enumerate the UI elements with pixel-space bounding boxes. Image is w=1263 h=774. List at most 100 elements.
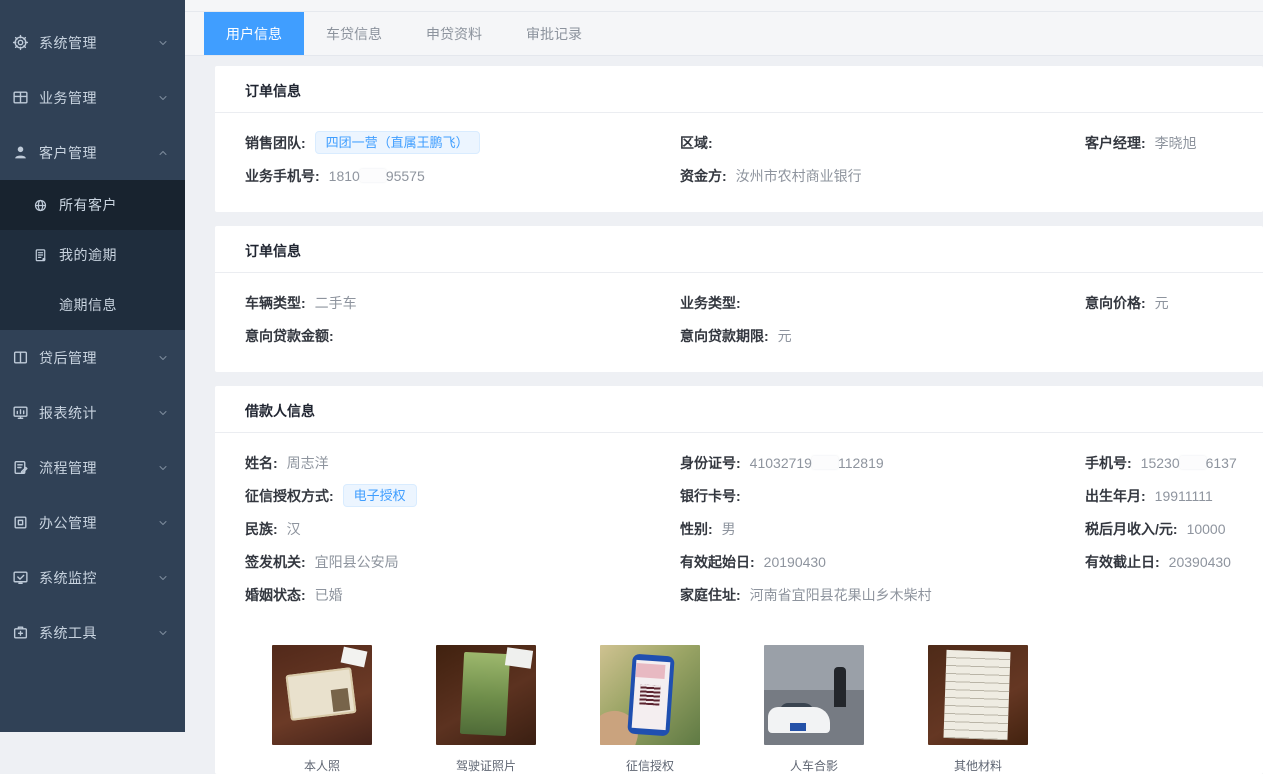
- field-region: 区域:: [680, 126, 1085, 159]
- field-loan-amount: 意向贷款金额:: [245, 319, 680, 352]
- field-label: 婚姻状态:: [245, 585, 306, 605]
- photo-handwritten-document-thumbnail[interactable]: [928, 645, 1028, 745]
- field-label: 姓名:: [245, 453, 278, 473]
- field-label: 车辆类型:: [245, 293, 306, 313]
- chevron-down-icon: [157, 37, 169, 49]
- clipboard-edit-icon: [12, 459, 29, 476]
- phone-prefix: 1810: [329, 168, 360, 184]
- chevron-down-icon: [157, 92, 169, 104]
- photo-item: 征信授权: [600, 645, 700, 774]
- order-info-card-1: 订单信息 销售团队: 四团一营（直属王鹏飞） 区域: 客户经理: 李晓旭 业务手…: [215, 66, 1263, 212]
- tab-car-loan-info[interactable]: 车贷信息: [304, 12, 404, 55]
- photo-caption: 本人照: [272, 757, 372, 774]
- sidebar-item-my-overdue[interactable]: 我的逾期: [0, 230, 185, 280]
- field-sales-team: 销售团队: 四团一营（直属王鹏飞）: [245, 126, 680, 159]
- sidebar-item-label: 办公管理: [39, 513, 157, 533]
- chevron-down-icon: [157, 407, 169, 419]
- field-name: 姓名: 周志洋: [245, 446, 680, 479]
- field-label: 手机号:: [1085, 453, 1132, 473]
- sidebar: 系统管理 业务管理 客户管理 所有客户: [0, 0, 185, 732]
- field-bank-card: 银行卡号:: [680, 479, 1085, 512]
- field-label: 税后月收入/元:: [1085, 519, 1178, 539]
- borrower-info-card: 借款人信息 姓名: 周志洋 身份证号: 41032719112819 手机号: …: [215, 386, 1263, 774]
- field-vehicle-type: 车辆类型: 二手车: [245, 286, 680, 319]
- sidebar-item-system-monitoring[interactable]: 系统监控: [0, 550, 185, 605]
- monitor-chart-icon: [12, 404, 29, 421]
- field-home-address: 家庭住址: 河南省宜阳县花果山乡木柴村: [680, 578, 1085, 611]
- sidebar-item-report-statistics[interactable]: 报表统计: [0, 385, 185, 440]
- order-info-card-2: 订单信息 车辆类型: 二手车 业务类型: 意向价格: 元 意向贷款金额: 意向贷…: [215, 226, 1263, 372]
- field-label: 资金方:: [680, 166, 727, 186]
- field-grid: 车辆类型: 二手车 业务类型: 意向价格: 元 意向贷款金额: 意向贷款期限: …: [215, 273, 1263, 372]
- sidebar-item-office-management[interactable]: 办公管理: [0, 495, 185, 550]
- credit-auth-tag[interactable]: 电子授权: [343, 484, 417, 508]
- chevron-down-icon: [157, 572, 169, 584]
- field-value: 男: [722, 519, 736, 539]
- photo-phone-qr-thumbnail[interactable]: [600, 645, 700, 745]
- field-customer-manager: 客户经理: 李晓旭: [1085, 126, 1247, 159]
- sidebar-item-process-management[interactable]: 流程管理: [0, 440, 185, 495]
- toolbox-icon: [12, 624, 29, 641]
- sidebar-item-label: 所有客户: [59, 195, 185, 215]
- field-intent-price: 意向价格: 元: [1085, 286, 1247, 319]
- phone-suffix: 95575: [386, 168, 425, 184]
- id-suffix: 112819: [838, 455, 884, 471]
- tab-user-info[interactable]: 用户信息: [204, 12, 304, 55]
- field-value: 河南省宜阳县花果山乡木柴村: [750, 585, 932, 605]
- sidebar-item-label: 逾期信息: [59, 295, 185, 315]
- sales-team-tag[interactable]: 四团一营（直属王鹏飞）: [315, 131, 480, 155]
- field-value: 15230 6137: [1141, 455, 1237, 471]
- top-strip: [185, 0, 1263, 12]
- chevron-down-icon: [157, 462, 169, 474]
- sidebar-item-customer-management[interactable]: 客户管理: [0, 125, 185, 180]
- photo-id-card-thumbnail[interactable]: [272, 645, 372, 745]
- chevron-down-icon: [157, 517, 169, 529]
- field-label: 有效起始日:: [680, 552, 755, 572]
- sidebar-item-business-management[interactable]: 业务管理: [0, 70, 185, 125]
- photo-license-booklet-thumbnail[interactable]: [436, 645, 536, 745]
- sidebar-item-all-customers[interactable]: 所有客户: [0, 180, 185, 230]
- chevron-down-icon: [157, 352, 169, 364]
- field-business-phone: 业务手机号: 181095575: [245, 159, 680, 192]
- main-content: 用户信息 车贷信息 申贷资料 审批记录 订单信息 销售团队: 四团一营（直属王鹏…: [185, 0, 1263, 732]
- field-value: 元: [778, 326, 792, 346]
- document-icon: [33, 248, 48, 263]
- sidebar-item-label: 贷后管理: [39, 348, 157, 368]
- sidebar-item-overdue-info[interactable]: 逾期信息: [0, 280, 185, 330]
- tab-bar: 用户信息 车贷信息 申贷资料 审批记录: [185, 12, 1263, 56]
- sidebar-item-system-management[interactable]: 系统管理: [0, 15, 185, 70]
- redacted-digits: [360, 169, 386, 182]
- field-value: 李晓旭: [1155, 133, 1197, 153]
- field-empty: [1085, 159, 1247, 192]
- field-label: 意向价格:: [1085, 293, 1146, 313]
- gear-icon: [12, 34, 29, 51]
- monitor-check-icon: [12, 569, 29, 586]
- field-value: 1810 95575: [329, 168, 425, 184]
- photo-caption: 驾驶证照片: [436, 757, 536, 774]
- phone-suffix: 6137: [1206, 455, 1237, 471]
- field-monthly-income: 税后月收入/元: 10000: [1085, 512, 1247, 545]
- sidebar-item-label: 系统管理: [39, 33, 157, 53]
- card-title: 订单信息: [215, 226, 1263, 273]
- sidebar-item-system-tools[interactable]: 系统工具: [0, 605, 185, 660]
- phone-prefix: 15230: [1141, 455, 1180, 471]
- field-grid: 销售团队: 四团一营（直属王鹏飞） 区域: 客户经理: 李晓旭 业务手机号: 1…: [215, 113, 1263, 212]
- field-valid-from: 有效起始日: 20190430: [680, 545, 1085, 578]
- sidebar-item-label: 系统工具: [39, 623, 157, 643]
- sidebar-item-label: 报表统计: [39, 403, 157, 423]
- field-value: 20390430: [1169, 554, 1231, 570]
- photo-person-with-car-thumbnail[interactable]: [764, 645, 864, 745]
- field-value: 元: [1155, 293, 1169, 313]
- tab-approval-records[interactable]: 审批记录: [504, 12, 604, 55]
- field-value: 41032719112819: [750, 455, 884, 471]
- field-value: 19911111: [1155, 488, 1213, 504]
- field-funder: 资金方: 汝州市农村商业银行: [680, 159, 1085, 192]
- square-icon: [12, 514, 29, 531]
- user-icon: [12, 144, 29, 161]
- tab-loan-application-docs[interactable]: 申贷资料: [404, 12, 504, 55]
- photo-item: 其他材料: [928, 645, 1028, 774]
- field-value: 汝州市农村商业银行: [736, 166, 862, 186]
- field-label: 身份证号:: [680, 453, 741, 473]
- sidebar-item-post-loan-management[interactable]: 贷后管理: [0, 330, 185, 385]
- sidebar-nav: 系统管理 业务管理 客户管理 所有客户: [0, 0, 185, 660]
